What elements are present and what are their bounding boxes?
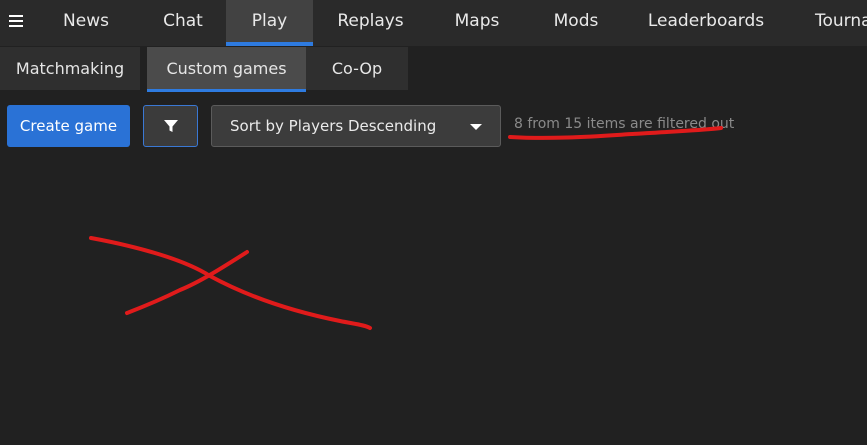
sort-dropdown[interactable]: Sort by Players Descending [211,105,501,147]
tab-maps-label: Maps [454,11,500,31]
filter-icon [163,120,178,132]
tab-play[interactable]: Play [226,0,313,46]
subtab-co-op-label: Co-Op [331,59,383,78]
sub-nav: Matchmaking Custom games Co-Op [0,46,867,92]
tab-mods-label: Mods [553,11,599,31]
filter-button[interactable] [143,105,198,147]
tab-chat[interactable]: Chat [140,0,226,42]
tab-replays[interactable]: Replays [313,0,428,42]
subtab-custom-games-active-indicator [147,89,306,92]
subtab-custom-games[interactable]: Custom games [147,47,306,92]
chevron-down-icon [470,124,482,130]
tab-chat-label: Chat [163,11,203,31]
subtab-matchmaking-label: Matchmaking [15,59,125,78]
create-game-button[interactable]: Create game [7,105,130,147]
tab-replays-label: Replays [337,11,404,31]
tab-tournaments-label: Tourna [815,11,867,31]
tab-news[interactable]: News [32,0,140,42]
app-window: News Chat Play Replays Maps Mods Leaderb… [0,0,867,445]
sort-dropdown-value: Sort by Players Descending [230,117,437,135]
top-nav: News Chat Play Replays Maps Mods Leaderb… [0,0,867,46]
subtab-co-op[interactable]: Co-Op [306,47,408,90]
subtab-custom-games-label: Custom games [166,59,287,78]
filter-status-text: 8 from 15 items are filtered out [514,116,735,132]
tab-mods[interactable]: Mods [526,0,626,42]
create-game-label: Create game [19,117,118,135]
hamburger-menu-icon[interactable] [0,0,32,42]
tab-maps[interactable]: Maps [428,0,526,42]
tab-news-label: News [63,11,109,31]
tab-play-label: Play [251,11,288,31]
subtab-matchmaking[interactable]: Matchmaking [0,47,140,90]
annotation-cross-stroke-1 [89,236,372,330]
annotation-cross-stroke-2 [125,250,249,315]
tab-leaderboards-label: Leaderboards [647,11,765,31]
tab-leaderboards[interactable]: Leaderboards [626,0,786,42]
tab-tournaments[interactable]: Tourna [786,0,867,42]
